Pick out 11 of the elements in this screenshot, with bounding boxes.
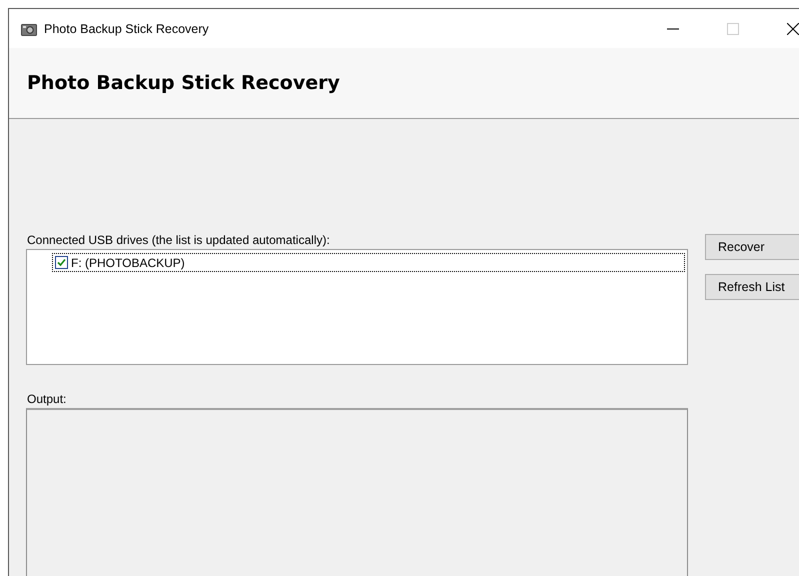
camera-icon — [21, 22, 37, 36]
drive-item[interactable]: F: (PHOTOBACKUP) — [52, 253, 685, 272]
action-button[interactable]: Recover — [705, 234, 799, 260]
drives-label: Connected USB drives (the list is updated automatically): — [27, 233, 331, 247]
output-label: Output: — [27, 392, 68, 406]
action-button[interactable]: Refresh List — [705, 274, 799, 300]
checkbox[interactable] — [55, 256, 68, 269]
drive-label: F: (PHOTOBACKUP) — [71, 256, 185, 270]
header-title: Photo Backup Stick Recovery — [27, 72, 340, 94]
window-title: Photo Backup Stick Recovery — [44, 22, 209, 36]
close-icon[interactable] — [787, 22, 799, 34]
